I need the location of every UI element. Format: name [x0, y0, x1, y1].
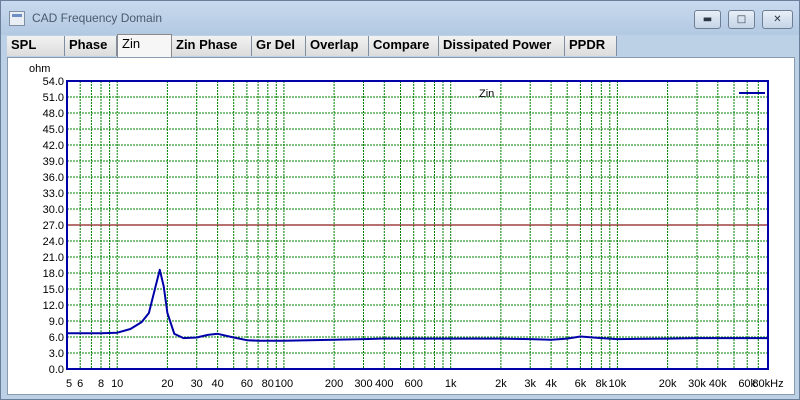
x-tick-label: 8k [595, 378, 607, 390]
impedance-chart: 0.0 3.0 6.0 9.0 12.0 15.0 18.0 21.0 24.0 27.0 30.0… [29, 63, 784, 390]
tab-compare[interactable]: Compare [369, 36, 439, 56]
minimize-icon: ▬ [702, 14, 713, 25]
x-tick-label: 6 [77, 378, 83, 390]
y-tick-label: 9.0 [49, 316, 64, 328]
x-tick-label: 20 [161, 378, 173, 390]
maximize-icon: □ [736, 14, 747, 25]
tab-bar: SPL Phase Zin Zin Phase Gr Del Overlap C… [7, 34, 797, 58]
x-tick-label: 200 [325, 378, 343, 390]
x-tick-label: 30k [688, 378, 706, 390]
x-tick-label: 2k [495, 378, 507, 390]
maximize-button[interactable]: □ [728, 10, 755, 29]
y-axis-label: ohm [29, 63, 50, 75]
y-tick-label: 12.0 [43, 300, 64, 312]
app-icon [9, 11, 25, 26]
x-tick-label: 10 [111, 378, 123, 390]
y-tick-label: 36.0 [43, 172, 64, 184]
close-button[interactable]: ✕ [762, 10, 793, 29]
x-tick-label: 600 [405, 378, 423, 390]
y-tick-label: 27.0 [43, 220, 64, 232]
tab-phase[interactable]: Phase [65, 36, 117, 56]
x-tick-label: 10k [609, 378, 627, 390]
y-tick-label: 6.0 [49, 332, 64, 344]
x-tick-label: 30 [191, 378, 203, 390]
tab-dissipated-power[interactable]: Dissipated Power [439, 36, 565, 56]
x-tick-label: 400 [375, 378, 393, 390]
x-tick-label: 1k [445, 378, 457, 390]
tab-zin-phase[interactable]: Zin Phase [172, 36, 252, 56]
x-tick-label: 8 [98, 378, 104, 390]
y-tick-label: 18.0 [43, 268, 64, 280]
chart-title: Zin [479, 88, 494, 100]
x-tick-label: 5 [66, 378, 72, 390]
window-title: CAD Frequency Domain [32, 11, 163, 25]
x-tick-label: 60 [241, 378, 253, 390]
y-axis-ticks: 0.0 3.0 6.0 9.0 12.0 15.0 18.0 21.0 24.0 27.0 30.0… [43, 76, 64, 376]
app-window: CAD Frequency Domain ▬ □ ✕ SPL Phase Zin… [0, 0, 800, 400]
x-tick-label: 4k [545, 378, 557, 390]
x-tick-label: 80 [262, 378, 274, 390]
y-tick-label: 42.0 [43, 140, 64, 152]
y-tick-label: 21.0 [43, 252, 64, 264]
y-tick-label: 0.0 [49, 364, 64, 376]
minimize-button[interactable]: ▬ [694, 10, 721, 29]
y-tick-label: 30.0 [43, 204, 64, 216]
y-tick-label: 3.0 [49, 348, 64, 360]
y-tick-label: 51.0 [43, 92, 64, 104]
tab-overlap[interactable]: Overlap [306, 36, 369, 56]
y-tick-label: 24.0 [43, 236, 64, 248]
x-tick-label: 40k [709, 378, 727, 390]
y-tick-label: 39.0 [43, 156, 64, 168]
tab-spl[interactable]: SPL [7, 36, 65, 56]
x-tick-label: 300 [354, 378, 372, 390]
tab-ppdr[interactable]: PPDR [565, 36, 617, 56]
x-tick-label: 20k [659, 378, 677, 390]
x-tick-label: 3k [524, 378, 536, 390]
x-tick-label: 80kHz [752, 378, 783, 390]
y-tick-label: 15.0 [43, 284, 64, 296]
tab-zin[interactable]: Zin [117, 34, 172, 57]
x-tick-label: 6k [575, 378, 587, 390]
y-tick-label: 54.0 [43, 76, 64, 88]
y-tick-label: 48.0 [43, 108, 64, 120]
x-axis-ticks: 5 6 8 10 20 30 40 60 80 100 200 300 400 600 1k 2k 3k 4k 6k… [66, 378, 784, 390]
x-tick-label: 40 [211, 378, 223, 390]
chart-panel: 0.0 3.0 6.0 9.0 12.0 15.0 18.0 21.0 24.0 27.0 30.0… [7, 57, 795, 395]
close-icon: ✕ [773, 14, 782, 25]
x-tick-label: 100 [275, 378, 293, 390]
title-bar[interactable]: CAD Frequency Domain ▬ □ ✕ [1, 1, 799, 35]
y-tick-label: 45.0 [43, 124, 64, 136]
y-tick-label: 33.0 [43, 188, 64, 200]
tab-gr-del[interactable]: Gr Del [252, 36, 306, 56]
